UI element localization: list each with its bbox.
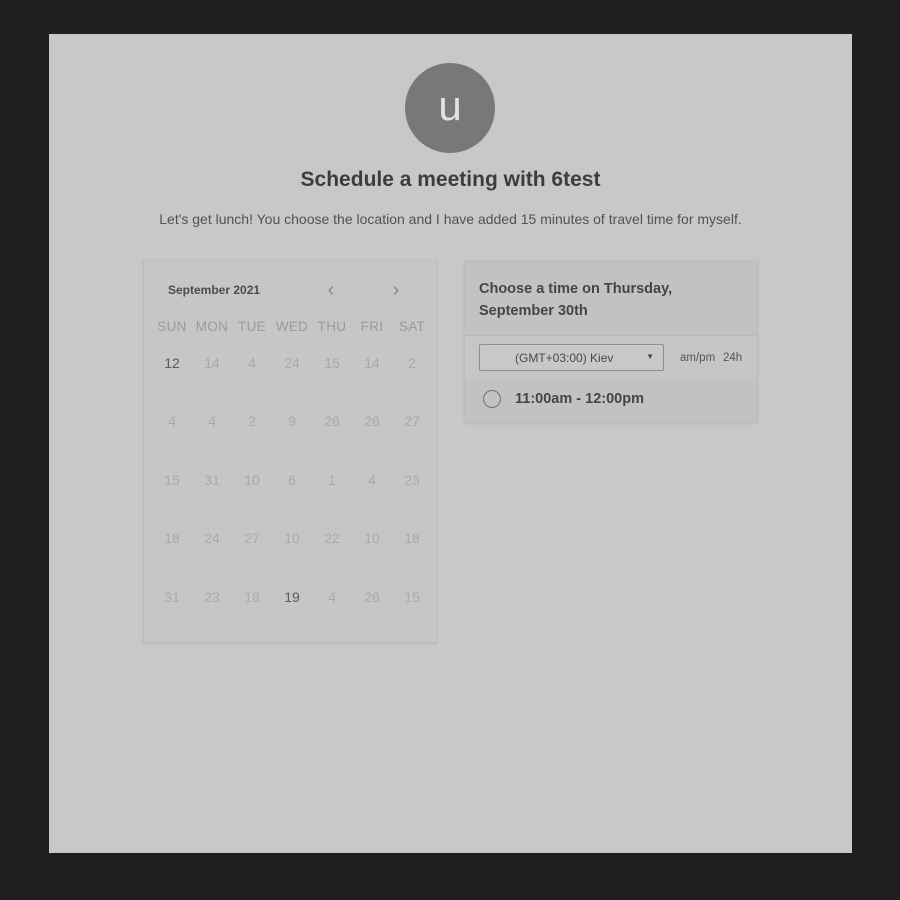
calendar-month-label: September 2021 — [168, 283, 261, 297]
weekday-label: SUN — [157, 319, 187, 334]
calendar-grid: SUN MON TUE WED THU FRI SAT 12 14 4 24 15 14 2… — [152, 319, 432, 647]
calendar-week-row: 31 23 18 19 4 26 15 — [152, 589, 432, 647]
calendar-day: 4 — [248, 355, 256, 371]
calendar-day: 4 — [168, 413, 176, 430]
calendar-day: 18 — [164, 530, 180, 547]
calendar-week-row: 4 4 2 9 26 26 27 — [152, 413, 432, 471]
weekday-label: THU — [317, 319, 347, 334]
calendar-day: 15 — [164, 471, 180, 488]
time-picker-heading: Choose a time on Thursday, September 30t… — [479, 281, 673, 319]
avatar: u — [405, 63, 495, 153]
chevron-left-icon[interactable]: ‹ — [319, 279, 343, 303]
calendar-day: 10 — [284, 530, 300, 547]
timezone-select[interactable]: (GMT+03:00) Kiev ▼ — [479, 344, 664, 371]
calendar-day: 6 — [288, 471, 296, 488]
time-slot[interactable]: 11:00am - 12:00pm — [465, 378, 757, 422]
timezone-value: (GMT+03:00) Kiev — [515, 351, 614, 365]
calendar-day: 4 — [208, 413, 216, 430]
calendar-day: 23 — [204, 588, 220, 605]
calendar-week-row: 15 31 10 6 1 4 23 — [152, 472, 432, 530]
calendar-day: 15 — [324, 355, 340, 371]
calendar-day[interactable]: 19 — [272, 589, 312, 605]
caret-down-icon: ▼ — [646, 352, 654, 361]
calendar-day: 26 — [364, 588, 380, 605]
format-24h-toggle[interactable]: 24h — [723, 352, 742, 364]
weekday-label: MON — [195, 319, 229, 334]
calendar-day: 26 — [324, 413, 340, 430]
weekday-label: WED — [275, 319, 309, 334]
calendar-day: 26 — [364, 413, 380, 430]
time-slot-label: 11:00am - 12:00pm — [515, 391, 644, 407]
calendar-day: 10 — [364, 530, 380, 547]
chevron-right-icon[interactable]: › — [384, 279, 408, 303]
calendar-day: 31 — [164, 588, 180, 605]
calendar-day: 4 — [368, 471, 376, 488]
calendar-day: 27 — [244, 530, 260, 547]
scheduling-page: u Schedule a meeting with 6test Let's ge… — [49, 34, 852, 853]
calendar-week-row: 12 14 4 24 15 14 2 — [152, 355, 432, 413]
calendar-days: 12 14 4 24 15 14 2 4 4 2 9 26 26 27 15 31 10 6 1 4 23 18 24 27 1… — [152, 355, 432, 647]
calendar-day: 18 — [244, 588, 260, 605]
meeting-description: Let's get lunch! You choose the location… — [159, 211, 742, 227]
time-picker: Choose a time on Thursday, September 30t… — [464, 260, 758, 423]
calendar-day: 22 — [324, 530, 340, 547]
format-ampm-toggle[interactable]: am/pm — [680, 352, 715, 364]
calendar-day: 24 — [204, 530, 220, 547]
timezone-row: (GMT+03:00) Kiev ▼ am/pm 24h — [465, 336, 757, 378]
page-title: Schedule a meeting with 6test — [300, 168, 601, 191]
calendar-day: 2 — [248, 413, 256, 430]
calendar: September 2021 ‹ › SUN MON TUE WED THU F… — [143, 260, 437, 643]
calendar-day: 23 — [404, 471, 420, 488]
weekday-label: FRI — [360, 319, 384, 334]
calendar-week-row: 18 24 27 10 22 10 18 — [152, 530, 432, 588]
calendar-day: 14 — [364, 355, 380, 371]
calendar-day[interactable]: 12 — [152, 355, 192, 371]
calendar-day: 2 — [408, 355, 416, 371]
calendar-day: 27 — [404, 413, 420, 430]
calendar-day: 14 — [204, 355, 220, 371]
weekday-label: TUE — [238, 319, 266, 334]
avatar-initial: u — [438, 82, 462, 129]
time-picker-header: Choose a time on Thursday, September 30t… — [465, 261, 757, 336]
calendar-weekday-row: SUN MON TUE WED THU FRI SAT — [152, 319, 432, 343]
calendar-day: 18 — [404, 530, 420, 547]
calendar-day: 31 — [204, 471, 220, 488]
calendar-day: 10 — [244, 471, 260, 488]
calendar-day: 9 — [288, 413, 296, 430]
weekday-label: SAT — [398, 319, 426, 334]
calendar-day: 4 — [328, 588, 336, 605]
radio-icon[interactable] — [483, 390, 501, 408]
calendar-day: 1 — [328, 471, 336, 488]
calendar-day: 24 — [284, 355, 300, 371]
calendar-day: 15 — [404, 588, 420, 605]
